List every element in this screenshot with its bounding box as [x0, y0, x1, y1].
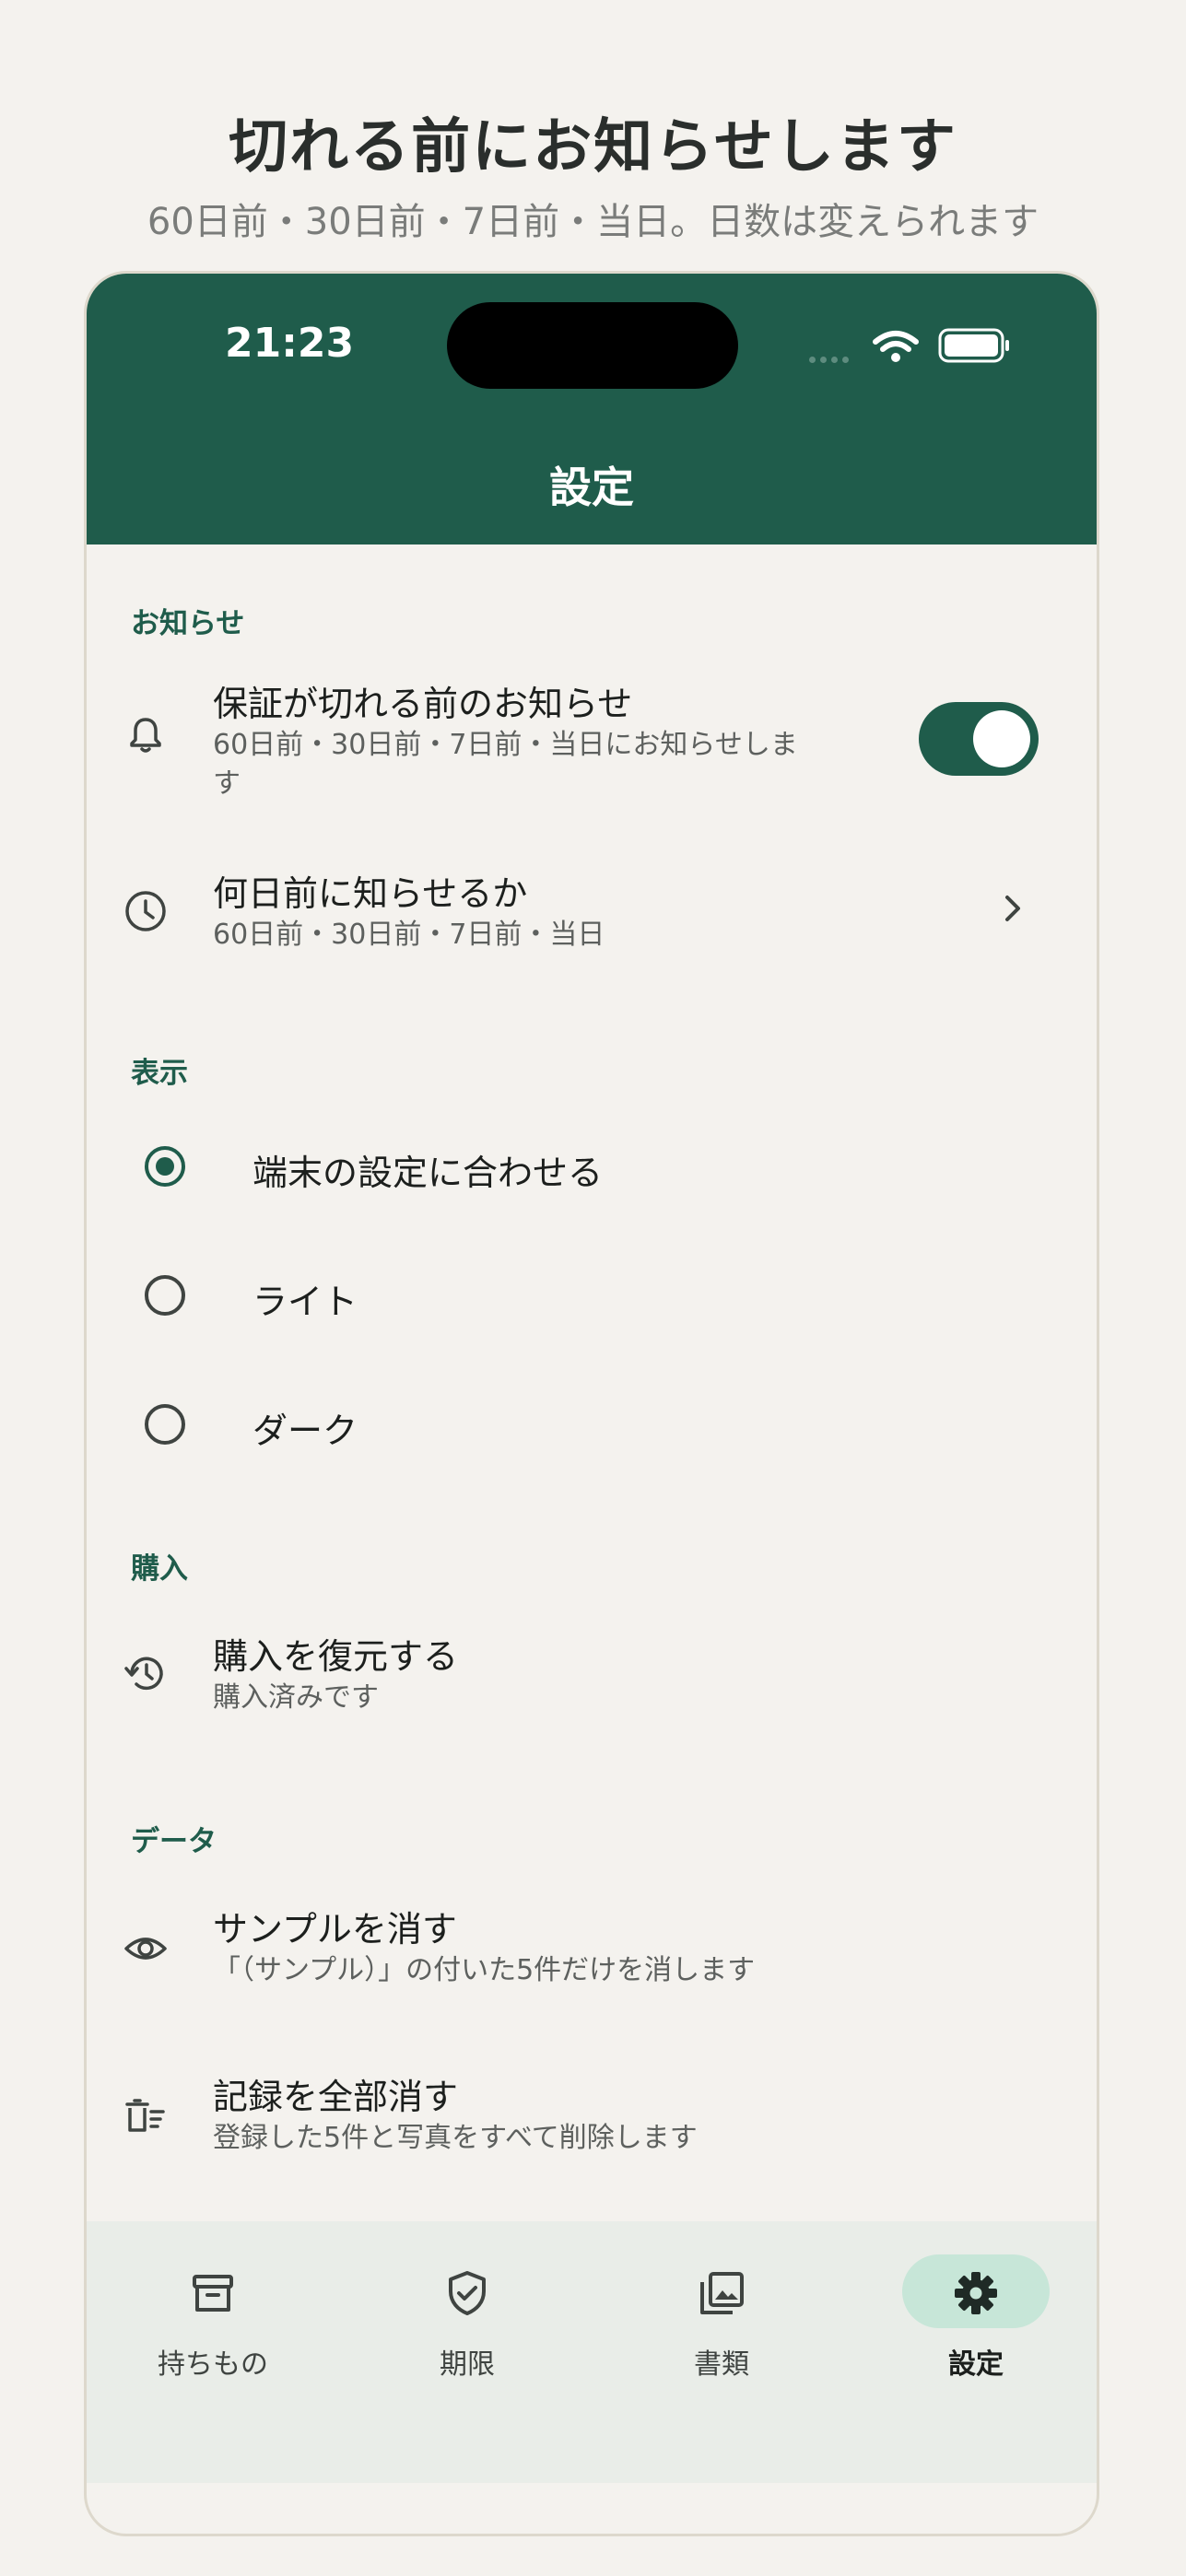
nav-item-belongings[interactable]: 持ちもの	[93, 2221, 296, 2406]
warranty-notification-subtitle-cont: す	[213, 767, 241, 800]
restore-purchase-subtitle: 購入済みです	[213, 1681, 379, 1714]
shield-check-icon	[449, 2271, 486, 2315]
phone-frame: 21:23 設定 お知らせ 保証が切れる前のお知らせ 60日前・30日前・7日前…	[84, 271, 1099, 2536]
battery-icon	[938, 328, 1009, 363]
section-header-data: データ	[131, 1825, 217, 1858]
radio-light[interactable]	[145, 1275, 185, 1316]
eye-icon	[124, 1938, 167, 1960]
warranty-notification-toggle[interactable]	[919, 702, 1039, 776]
clear-samples-subtitle: 「（サンプル）」の付いた5件だけを消します	[213, 1954, 756, 1986]
dynamic-island	[447, 302, 738, 389]
warranty-notification-title: 保証が切れる前のお知らせ	[213, 684, 633, 724]
days-before-title: 何日前に知らせるか	[213, 873, 528, 914]
app-bar: 21:23 設定	[87, 274, 1097, 544]
section-header-purchase: 購入	[131, 1552, 188, 1586]
nav-label: 書類	[694, 2348, 749, 2381]
theme-option-label: ライト	[252, 1282, 358, 1322]
warranty-notification-subtitle: 60日前・30日前・7日前・当日にお知らせしま	[213, 729, 798, 761]
theme-option-label: ダーク	[252, 1411, 358, 1451]
restore-history-icon	[124, 1657, 163, 1691]
nav-label: 持ちもの	[158, 2348, 268, 2381]
nav-label: 期限	[440, 2348, 495, 2381]
gear-icon	[955, 2272, 997, 2314]
delete-sweep-icon	[125, 2099, 165, 2132]
nav-item-deadlines[interactable]: 期限	[347, 2221, 550, 2406]
clear-samples-title: サンプルを消す	[213, 1909, 457, 1950]
status-time: 21:23	[225, 320, 355, 367]
promo-headline: 切れる前にお知らせします	[229, 113, 957, 181]
radio-system[interactable]	[145, 1146, 185, 1187]
bottom-navigation: 持ちもの 期限 書類 設定	[87, 2221, 1097, 2483]
chevron-right-icon	[1005, 896, 1020, 921]
wifi-icon	[873, 331, 919, 362]
bell-icon	[130, 718, 161, 753]
section-header-notifications: お知らせ	[131, 607, 245, 640]
cellular-signal-icon	[809, 349, 853, 367]
days-before-subtitle: 60日前・30日前・7日前・当日	[213, 919, 605, 951]
restore-purchase-title: 購入を復元する	[213, 1636, 459, 1677]
delete-all-subtitle: 登録した5件と写真をすべて削除します	[213, 2122, 698, 2154]
toggle-knob	[973, 710, 1030, 767]
radio-dark[interactable]	[145, 1404, 185, 1445]
archive-icon	[193, 2275, 233, 2312]
clock-icon	[125, 891, 166, 931]
section-header-display: 表示	[131, 1057, 188, 1090]
nav-label: 設定	[948, 2348, 1004, 2381]
nav-item-settings[interactable]: 設定	[856, 2221, 1059, 2406]
page-title: 設定	[549, 463, 634, 512]
nav-item-documents[interactable]: 書類	[602, 2221, 804, 2406]
theme-option-label: 端末の設定に合わせる	[252, 1153, 604, 1193]
photo-library-icon	[700, 2272, 744, 2314]
promo-subline: 60日前・30日前・7日前・当日。日数は変えられます	[147, 201, 1039, 243]
delete-all-title: 記録を全部消す	[213, 2077, 459, 2117]
